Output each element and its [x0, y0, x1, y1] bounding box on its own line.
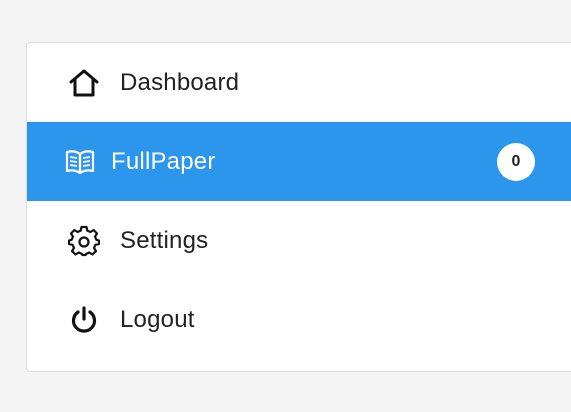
nav-item-logout[interactable]: Logout — [27, 280, 571, 359]
book-open-icon — [63, 145, 97, 179]
nav-item-label: Settings — [120, 226, 209, 254]
nav-item-label: Dashboard — [120, 68, 240, 96]
nav-item-dashboard[interactable]: Dashboard — [27, 43, 571, 122]
nav-item-settings[interactable]: Settings — [27, 201, 571, 280]
power-icon — [67, 303, 101, 337]
nav-item-label: Logout — [120, 305, 195, 333]
nav-item-fullpaper[interactable]: FullPaper 0 — [27, 122, 571, 201]
count-badge: 0 — [497, 142, 535, 181]
gear-icon — [67, 224, 101, 258]
nav-item-label: FullPaper — [111, 147, 216, 175]
home-icon — [67, 66, 101, 100]
sidebar-nav: Dashboard FullPaper 0 Settings Logout — [26, 42, 571, 372]
